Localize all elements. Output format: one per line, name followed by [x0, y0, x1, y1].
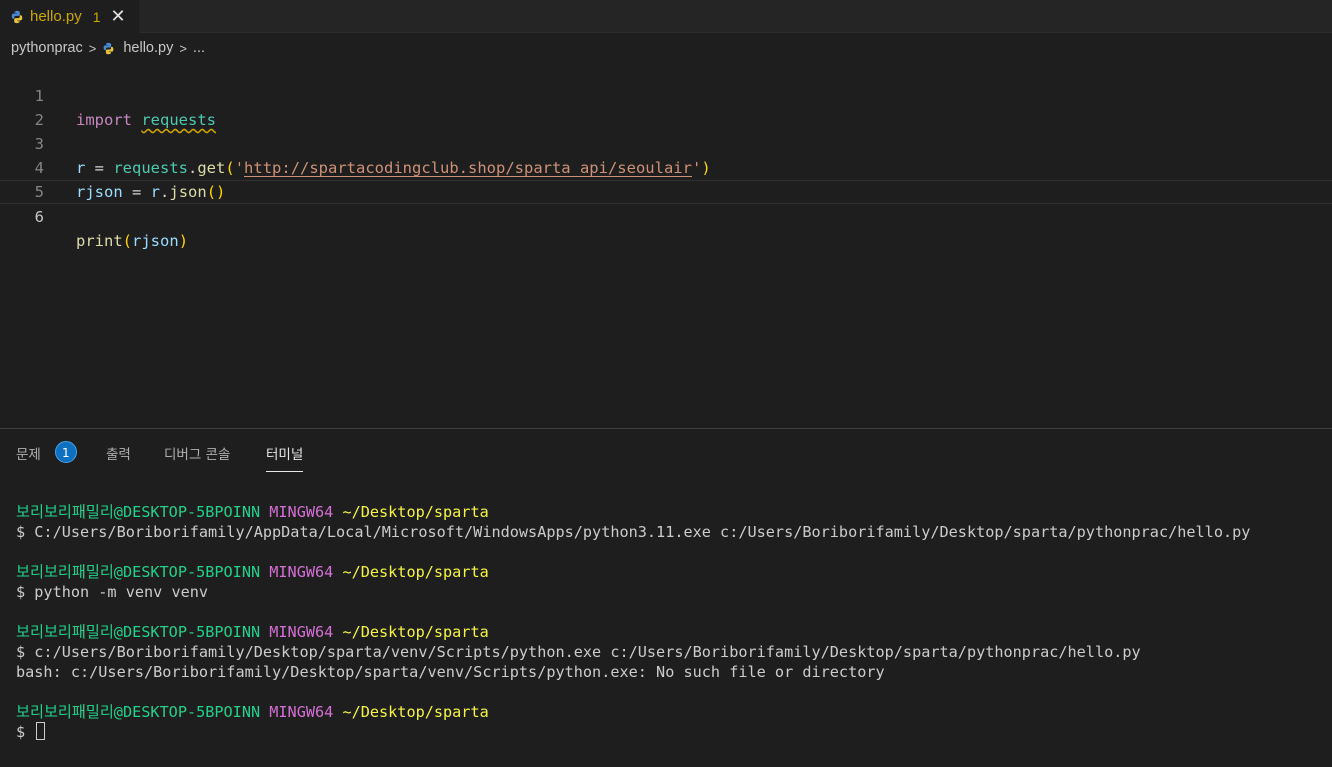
- terminal-command: $ C:/Users/Boriborifamily/AppData/Local/…: [16, 523, 1251, 541]
- terminal-prompt: 보리보리패밀리@DESKTOP-5BPOINN MINGW64 ~/Deskto…: [16, 502, 1326, 522]
- tab-output[interactable]: 출력: [106, 443, 131, 463]
- code-editor[interactable]: 1 import requests 2 3 r = requests.get('…: [0, 60, 1332, 428]
- editor-tab-bar: hello.py 1 ✕: [0, 0, 1332, 33]
- terminal-prompt: 보리보리패밀리@DESKTOP-5BPOINN MINGW64 ~/Deskto…: [16, 702, 1326, 722]
- code-line[interactable]: 5: [0, 156, 1332, 201]
- prompt-path: ~/Desktop/sparta: [342, 703, 489, 721]
- prompt-system: MINGW64: [269, 703, 334, 721]
- tab-filename: hello.py: [30, 8, 82, 25]
- problems-count-badge: 1: [54, 441, 77, 463]
- terminal-cursor: [36, 722, 46, 740]
- function-print: print: [76, 232, 123, 250]
- breadcrumb-folder[interactable]: pythonprac: [11, 40, 83, 56]
- tab-hello-py[interactable]: hello.py 1 ✕: [0, 0, 140, 33]
- paren: (: [122, 232, 133, 250]
- close-icon[interactable]: ✕: [111, 7, 126, 26]
- terminal-prompt: 보리보리패밀리@DESKTOP-5BPOINN MINGW64 ~/Deskto…: [16, 622, 1326, 642]
- prompt-user: 보리보리패밀리@DESKTOP-5BPOINN: [16, 623, 261, 641]
- python-file-icon: [103, 42, 114, 54]
- code-line[interactable]: 3 r = requests.get('http://spartacodingc…: [0, 108, 1332, 177]
- python-file-icon: [11, 10, 23, 23]
- variable-rjson: rjson: [132, 232, 179, 250]
- prompt-system: MINGW64: [269, 623, 334, 641]
- tab-problem-count: 1: [92, 8, 101, 25]
- prompt-path: ~/Desktop/sparta: [342, 563, 489, 581]
- terminal-input-line[interactable]: $: [16, 722, 1326, 742]
- breadcrumb-more[interactable]: ...: [193, 40, 205, 56]
- chevron-right-icon: >: [179, 40, 187, 56]
- tab-problems[interactable]: 문제 1: [16, 441, 77, 463]
- terminal-error: bash: c:/Users/Boriborifamily/Desktop/sp…: [16, 663, 885, 681]
- prompt-path: ~/Desktop/sparta: [342, 623, 489, 641]
- tab-debug-console-label: 디버그 콘솔: [164, 447, 231, 463]
- tab-debug-console[interactable]: 디버그 콘솔: [164, 443, 230, 463]
- paren: ): [178, 232, 189, 250]
- panel-tab-bar: 문제 1 출력 디버그 콘솔 터미널: [0, 429, 1332, 472]
- terminal-command: $ c:/Users/Boriborifamily/Desktop/sparta…: [16, 643, 1141, 661]
- prompt-system: MINGW64: [269, 563, 334, 581]
- terminal-current-command: $: [16, 723, 35, 741]
- prompt-path: ~/Desktop/sparta: [342, 503, 489, 521]
- code-line-current[interactable]: 6 print(rjson): [0, 180, 1332, 250]
- bottom-panel: 문제 1 출력 디버그 콘솔 터미널 보리보리패밀리@DESKTOP-5BPOI…: [0, 428, 1332, 767]
- breadcrumb: pythonprac > hello.py > ...: [0, 37, 205, 59]
- breadcrumb-file[interactable]: hello.py: [123, 40, 173, 56]
- tab-output-label: 출력: [106, 447, 131, 463]
- prompt-user: 보리보리패밀리@DESKTOP-5BPOINN: [16, 503, 261, 521]
- terminal-prompt: 보리보리패밀리@DESKTOP-5BPOINN MINGW64 ~/Deskto…: [16, 562, 1326, 582]
- prompt-system: MINGW64: [269, 503, 334, 521]
- code-line[interactable]: 1 import requests: [0, 60, 1332, 129]
- tab-terminal-label: 터미널: [266, 447, 304, 463]
- tab-terminal[interactable]: 터미널: [266, 443, 304, 472]
- code-text: print(rjson): [76, 229, 188, 253]
- prompt-user: 보리보리패밀리@DESKTOP-5BPOINN: [16, 563, 261, 581]
- tab-problems-label: 문제: [16, 447, 41, 463]
- chevron-right-icon: >: [88, 40, 97, 56]
- prompt-user: 보리보리패밀리@DESKTOP-5BPOINN: [16, 703, 261, 721]
- line-number: 6: [34, 208, 44, 226]
- code-line[interactable]: 2: [0, 84, 1332, 129]
- terminal-command: $ python -m venv venv: [16, 583, 209, 601]
- code-line[interactable]: 4 rjson = r.json(): [0, 132, 1332, 201]
